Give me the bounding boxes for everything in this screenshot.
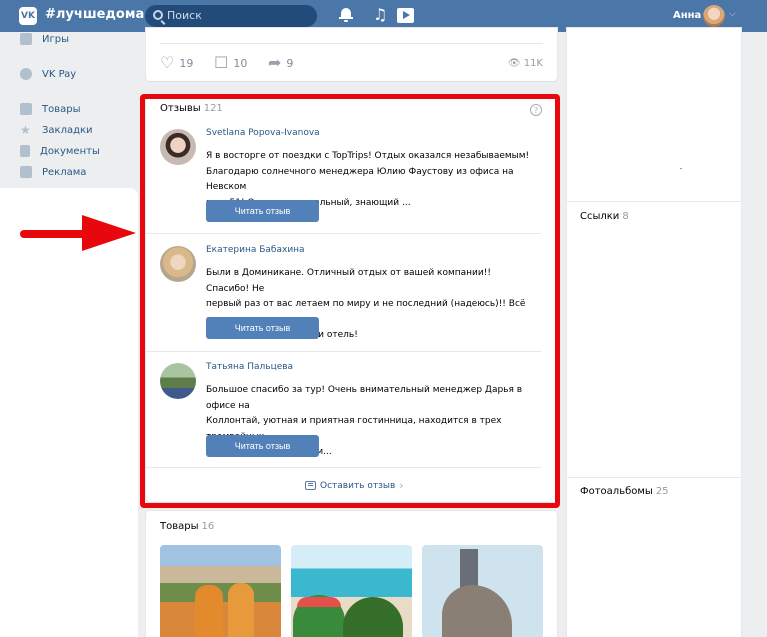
sidebar-item-ads[interactable]: Реклама bbox=[20, 164, 86, 180]
like-count: 19 bbox=[179, 56, 194, 70]
heart-icon: ♡ bbox=[160, 53, 175, 72]
sidebar-item-label: Реклама bbox=[42, 166, 87, 178]
search-input[interactable]: Поиск bbox=[145, 5, 317, 27]
annotation-arrow bbox=[20, 230, 86, 238]
share-icon: ➦ bbox=[268, 53, 282, 72]
avatar[interactable] bbox=[703, 5, 725, 27]
divider bbox=[567, 201, 741, 202]
goods-thumbnail[interactable] bbox=[422, 545, 543, 637]
sidebar-item-vkpay[interactable]: VK Pay bbox=[20, 66, 76, 82]
vkpay-icon bbox=[20, 68, 32, 80]
sidebar-item-label: Документы bbox=[40, 145, 100, 157]
sidebar-item-label: Игры bbox=[42, 33, 69, 45]
search-placeholder: Поиск bbox=[167, 9, 202, 22]
post-card: ♡ 19 ☐ 10 ➦ 9 👁 11K bbox=[146, 28, 557, 81]
eye-icon: 👁 bbox=[507, 58, 521, 69]
sidebar-item-goods[interactable]: Товары bbox=[20, 101, 81, 117]
gamepad-icon bbox=[20, 33, 32, 45]
sidebar-item-documents[interactable]: Документы bbox=[20, 143, 100, 159]
goods-count: 16 bbox=[201, 521, 215, 532]
left-panel bbox=[0, 188, 138, 637]
goods-thumbnail[interactable] bbox=[291, 545, 412, 637]
sidebar-item-label: Закладки bbox=[42, 124, 93, 136]
goods-thumbnail[interactable] bbox=[160, 545, 281, 637]
right-column bbox=[567, 28, 741, 637]
vk-logo-icon[interactable]: VK bbox=[19, 7, 37, 25]
annotation-arrow-head bbox=[82, 215, 136, 251]
goods-title[interactable]: Товары 16 bbox=[160, 521, 214, 532]
star-icon: ★ bbox=[20, 123, 31, 137]
brand-title[interactable]: #лучшедома bbox=[45, 7, 144, 22]
user-name[interactable]: Анна bbox=[673, 10, 701, 21]
bell-icon[interactable] bbox=[339, 6, 353, 22]
share-count: 9 bbox=[286, 56, 294, 70]
albums-count: 25 bbox=[655, 486, 669, 497]
like-button[interactable]: ♡ 19 bbox=[160, 55, 193, 71]
views-count: 👁 11K bbox=[507, 58, 543, 69]
sidebar-item-label: Товары bbox=[42, 103, 81, 115]
divider bbox=[567, 477, 741, 478]
document-icon bbox=[20, 145, 30, 157]
albums-title[interactable]: Фотоальбомы 25 bbox=[580, 486, 669, 497]
comment-button[interactable]: ☐ 10 bbox=[214, 55, 247, 71]
megaphone-icon bbox=[20, 166, 32, 178]
comment-icon: ☐ bbox=[214, 53, 229, 72]
search-icon bbox=[153, 10, 163, 20]
links-count: 8 bbox=[622, 211, 629, 222]
comment-count: 10 bbox=[233, 56, 248, 70]
video-play-icon[interactable] bbox=[397, 8, 414, 23]
bag-icon bbox=[20, 103, 32, 115]
music-note-icon[interactable]: ♫ bbox=[373, 5, 387, 24]
sidebar-item-label: VK Pay bbox=[42, 68, 77, 80]
chevron-down-icon[interactable]: ⌵ bbox=[729, 9, 736, 19]
sidebar-item-bookmarks[interactable]: ★ Закладки bbox=[20, 122, 93, 138]
highlight-frame bbox=[140, 94, 560, 508]
share-button[interactable]: ➦ 9 bbox=[268, 55, 293, 71]
sidebar-item-games[interactable]: Игры bbox=[20, 31, 69, 47]
links-title[interactable]: Ссылки 8 bbox=[580, 211, 629, 222]
